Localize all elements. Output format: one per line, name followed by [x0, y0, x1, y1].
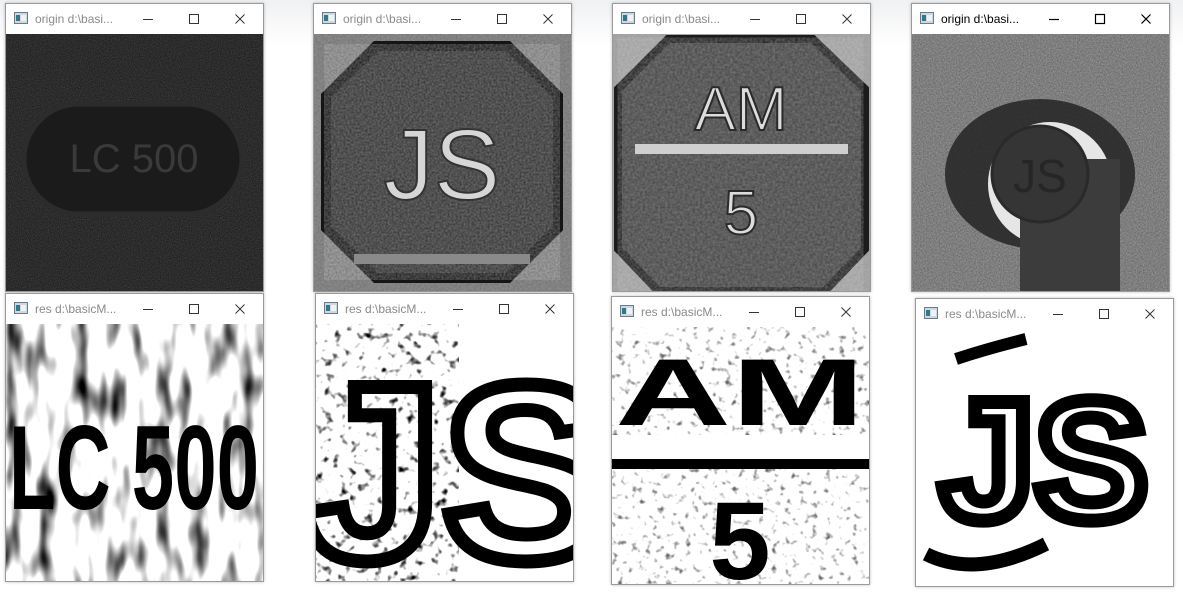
close-icon: [235, 14, 245, 24]
image-text: LC 500: [70, 137, 199, 181]
image-canvas: JS: [316, 324, 573, 581]
minimize-button[interactable]: [435, 294, 481, 324]
res-window-4[interactable]: res d:\basicM... JS: [915, 298, 1174, 587]
close-button[interactable]: [527, 294, 573, 324]
app-icon: [924, 307, 938, 319]
minimize-button[interactable]: [731, 297, 777, 327]
image-canvas: LC 500: [6, 34, 263, 291]
maximize-button[interactable]: [481, 294, 527, 324]
minimize-icon: [451, 19, 461, 20]
close-button[interactable]: [1127, 299, 1173, 329]
maximize-icon: [189, 14, 199, 24]
close-icon: [235, 304, 245, 314]
image-text: 5: [724, 179, 758, 248]
maximize-icon: [189, 304, 199, 314]
image-canvas: JS: [314, 34, 571, 291]
maximize-button[interactable]: [778, 4, 824, 34]
minimize-button[interactable]: [1035, 299, 1081, 329]
maximize-button[interactable]: [479, 4, 525, 34]
maximize-button[interactable]: [171, 4, 217, 34]
maximize-icon: [497, 14, 507, 24]
minimize-icon: [750, 19, 760, 20]
close-icon: [1145, 309, 1155, 319]
app-icon: [324, 302, 338, 314]
image-canvas: JS: [912, 34, 1169, 291]
image-canvas: JS: [916, 329, 1173, 586]
window-title: origin d:\basi...: [343, 12, 422, 26]
image-text: 5: [709, 480, 770, 584]
app-icon: [620, 305, 634, 317]
app-icon: [14, 302, 28, 314]
title-bar[interactable]: origin d:\basi...: [613, 4, 870, 34]
window-title: origin d:\basi...: [35, 12, 114, 26]
minimize-icon: [453, 309, 463, 310]
close-icon: [1141, 14, 1151, 24]
close-button[interactable]: [217, 4, 263, 34]
minimize-button[interactable]: [125, 4, 171, 34]
maximize-button[interactable]: [171, 294, 217, 324]
image-text: JS: [316, 333, 573, 581]
window-title: res d:\basicM...: [945, 307, 1027, 321]
title-bar[interactable]: origin d:\basi...: [6, 4, 263, 34]
window-title: origin d:\basi...: [642, 12, 721, 26]
window-title: res d:\basicM...: [35, 302, 117, 316]
title-bar[interactable]: origin d:\basi...: [314, 4, 571, 34]
title-bar[interactable]: res d:\basicM...: [916, 299, 1173, 329]
image-text: JS: [1013, 150, 1067, 202]
window-title: res d:\basicM...: [345, 302, 427, 316]
app-icon: [14, 12, 28, 24]
app-icon: [322, 12, 336, 24]
window-title: res d:\basicM...: [641, 305, 723, 319]
image-text: LC 500: [9, 401, 259, 535]
minimize-button[interactable]: [732, 4, 778, 34]
title-bar[interactable]: res d:\basicM...: [6, 294, 263, 324]
maximize-button[interactable]: [1077, 4, 1123, 34]
image-text: AM: [695, 75, 788, 144]
image-canvas: LC 500: [6, 324, 263, 581]
title-bar[interactable]: res d:\basicM...: [612, 297, 869, 327]
image-text: JS: [384, 109, 501, 221]
image-text: JS: [940, 366, 1148, 556]
title-bar[interactable]: res d:\basicM...: [316, 294, 573, 324]
app-icon: [920, 12, 934, 24]
maximize-button[interactable]: [777, 297, 823, 327]
close-button[interactable]: [1123, 4, 1169, 34]
close-button[interactable]: [217, 294, 263, 324]
minimize-icon: [143, 309, 153, 310]
close-icon: [545, 304, 555, 314]
window-title: origin d:\basi...: [941, 12, 1020, 26]
close-button[interactable]: [823, 297, 869, 327]
origin-window-2[interactable]: origin d:\basi... JS: [313, 3, 572, 292]
close-button[interactable]: [525, 4, 571, 34]
origin-window-1[interactable]: origin d:\basi... LC 500: [5, 3, 264, 292]
maximize-icon: [795, 307, 805, 317]
res-window-2[interactable]: res d:\basicM... JS: [315, 293, 574, 582]
minimize-icon: [749, 312, 759, 313]
minimize-icon: [143, 19, 153, 20]
image-text: AM: [615, 340, 865, 446]
close-icon: [841, 307, 851, 317]
res-window-1[interactable]: res d:\basicM... LC 500: [5, 293, 264, 582]
maximize-icon: [796, 14, 806, 24]
minimize-icon: [1053, 314, 1063, 315]
image-canvas: AM 5: [612, 327, 869, 584]
title-bar[interactable]: origin d:\basi...: [912, 4, 1169, 34]
origin-window-3[interactable]: origin d:\basi... AM 5: [612, 3, 871, 292]
minimize-icon: [1049, 18, 1059, 21]
origin-window-4[interactable]: origin d:\basi... JS: [911, 3, 1170, 292]
close-button[interactable]: [824, 4, 870, 34]
maximize-icon: [1094, 13, 1106, 25]
res-window-3[interactable]: res d:\basicM... AM 5: [611, 296, 870, 585]
minimize-button[interactable]: [125, 294, 171, 324]
app-icon: [621, 12, 635, 24]
image-canvas: AM 5: [613, 34, 870, 291]
minimize-button[interactable]: [433, 4, 479, 34]
maximize-button[interactable]: [1081, 299, 1127, 329]
close-icon: [842, 14, 852, 24]
maximize-icon: [499, 304, 509, 314]
minimize-button[interactable]: [1031, 4, 1077, 34]
close-icon: [543, 14, 553, 24]
maximize-icon: [1099, 309, 1109, 319]
